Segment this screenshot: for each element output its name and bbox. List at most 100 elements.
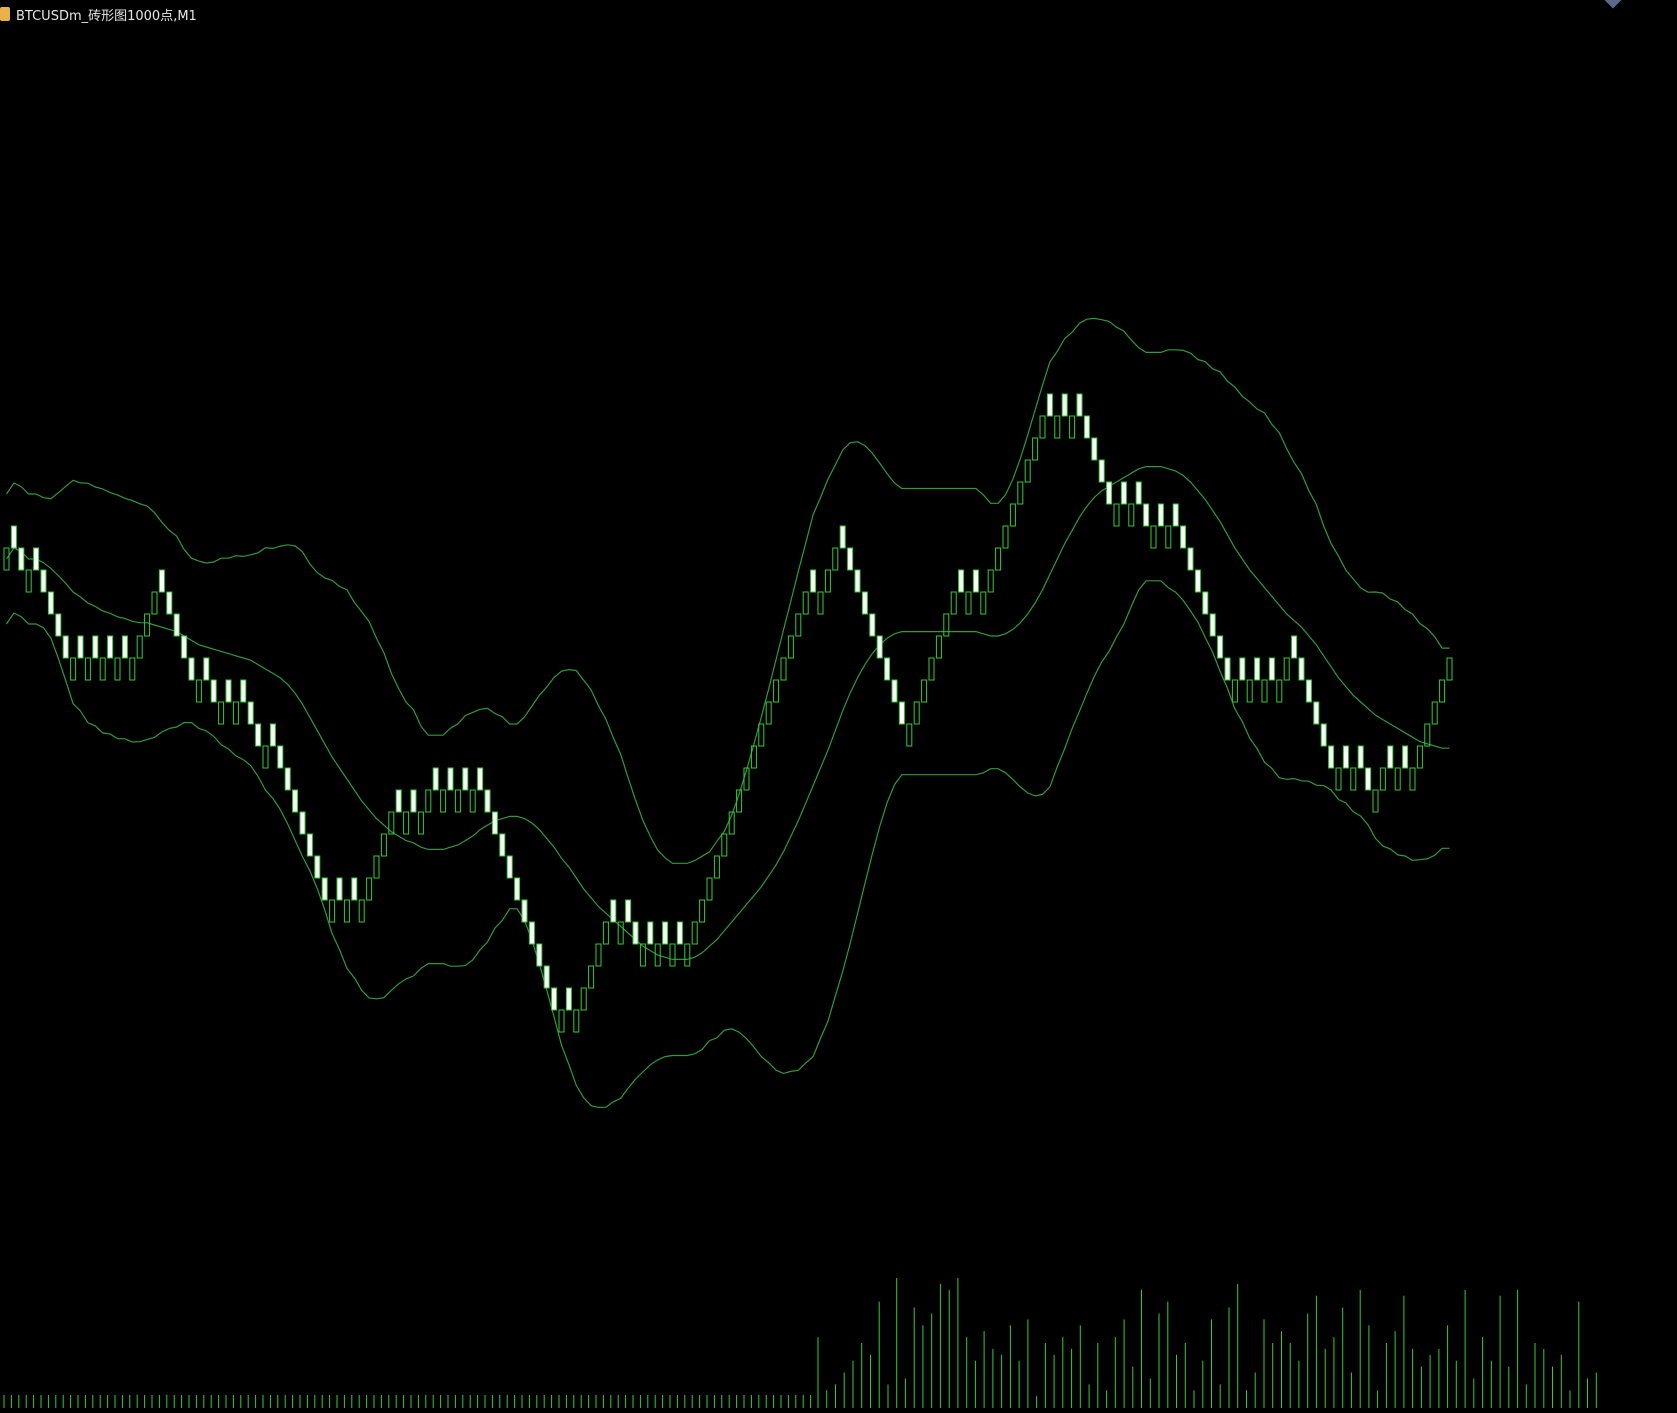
bull-brick [232, 701, 239, 725]
bull-brick [1017, 481, 1024, 505]
bear-brick [1194, 569, 1201, 593]
bull-brick [380, 833, 387, 857]
bear-brick [1172, 503, 1179, 527]
bull-brick [1039, 415, 1046, 439]
chart-title: BTCUSDm_砖形图1000点,M1 [16, 8, 197, 24]
bear-brick [321, 877, 328, 901]
bull-brick [558, 1009, 565, 1033]
bull-brick [417, 811, 424, 835]
bull-brick [669, 943, 676, 967]
bull-brick [1431, 701, 1438, 725]
bear-brick [1106, 481, 1113, 505]
bear-brick [410, 789, 417, 813]
bull-brick [928, 657, 935, 681]
bear-brick [1402, 745, 1409, 769]
bear-brick [1209, 613, 1216, 637]
bull-brick [765, 701, 772, 725]
bear-brick [972, 569, 979, 593]
bear-brick [1143, 503, 1150, 527]
bear-brick [610, 899, 617, 923]
bull-brick [373, 855, 380, 879]
bull-brick [1394, 767, 1401, 791]
bear-brick [269, 723, 276, 747]
bear-brick [847, 547, 854, 571]
volume-histogram [3, 1278, 1597, 1408]
bear-brick [1313, 701, 1320, 725]
bear-brick [47, 591, 54, 615]
bear-brick [898, 701, 905, 725]
bear-brick [647, 921, 654, 945]
bull-brick [1032, 437, 1039, 461]
bear-brick [247, 701, 254, 725]
bear-brick [1083, 415, 1090, 439]
bull-brick [1439, 679, 1446, 703]
bear-brick [521, 899, 528, 923]
upper-band-line [6, 317, 1450, 864]
bear-brick [314, 855, 321, 879]
bear-brick [1328, 745, 1335, 769]
bull-brick [1276, 679, 1283, 703]
bear-brick [77, 635, 84, 659]
bull-brick [1261, 679, 1268, 703]
bear-brick [462, 767, 469, 791]
renko-chart [3, 317, 1597, 1408]
bull-brick [832, 547, 839, 571]
bull-brick [218, 701, 225, 725]
bull-brick [84, 657, 91, 681]
bull-brick [935, 635, 942, 659]
bear-brick [1239, 657, 1246, 681]
bull-brick [824, 569, 831, 593]
bear-brick [40, 569, 47, 593]
bear-brick [1202, 591, 1209, 615]
bull-brick [454, 789, 461, 813]
bull-brick [114, 657, 121, 681]
bear-brick [1046, 393, 1053, 417]
bear-brick [625, 899, 632, 923]
bull-brick [99, 657, 106, 681]
bear-brick [662, 921, 669, 945]
bull-brick [144, 613, 151, 637]
bull-brick [1446, 657, 1453, 681]
bear-brick [336, 877, 343, 901]
bull-brick [440, 789, 447, 813]
bear-brick [1320, 723, 1327, 747]
bull-brick [995, 547, 1002, 571]
bull-brick [758, 723, 765, 747]
bull-brick [950, 591, 957, 615]
bear-brick [1342, 745, 1349, 769]
bear-brick [477, 767, 484, 791]
bear-brick [92, 635, 99, 659]
bear-brick [1180, 525, 1187, 549]
bull-brick [1372, 789, 1379, 813]
bull-brick [580, 987, 587, 1011]
bull-brick [1350, 767, 1357, 791]
bull-brick [1069, 415, 1076, 439]
bear-brick [306, 833, 313, 857]
bull-brick [1128, 503, 1135, 527]
bull-brick [1150, 525, 1157, 549]
bull-brick [773, 679, 780, 703]
bull-brick [965, 591, 972, 615]
bear-brick [240, 679, 247, 703]
bear-brick [565, 987, 572, 1011]
bull-brick [588, 965, 595, 989]
bull-brick [595, 943, 602, 967]
bull-brick [913, 701, 920, 725]
bull-brick [129, 657, 136, 681]
bull-brick [802, 591, 809, 615]
bear-brick [351, 877, 358, 901]
bear-brick [810, 569, 817, 593]
bear-brick [284, 767, 291, 791]
bear-brick [1076, 393, 1083, 417]
bear-brick [514, 877, 521, 901]
bull-brick [195, 679, 202, 703]
bear-brick [1091, 437, 1098, 461]
bull-brick [1024, 459, 1031, 483]
bear-brick [876, 635, 883, 659]
bull-brick [1054, 415, 1061, 439]
bear-brick [181, 635, 188, 659]
bull-brick [70, 657, 77, 681]
bull-brick [1283, 657, 1290, 681]
bull-brick [684, 943, 691, 967]
bull-brick [780, 657, 787, 681]
